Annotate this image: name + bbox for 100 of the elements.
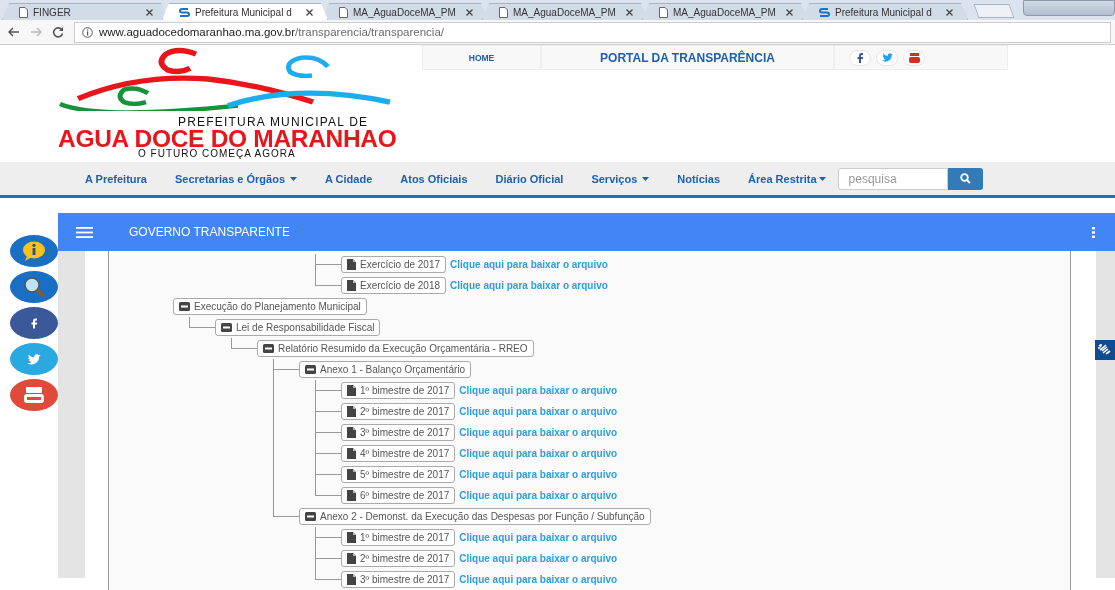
nav-menu-item[interactable]: Diário Oficial bbox=[495, 172, 564, 185]
tree-file-node: 3º bimestre de 2017 bbox=[341, 424, 456, 441]
caret-icon bbox=[290, 176, 298, 181]
download-link[interactable]: Clique aqui para baixar o arquivo bbox=[459, 490, 618, 501]
nav-menu-item[interactable]: A Prefeitura bbox=[85, 172, 147, 185]
nav-menu-item[interactable]: Área Restrita bbox=[748, 172, 826, 185]
accessibility-button[interactable] bbox=[1095, 340, 1115, 360]
tree-branch-line bbox=[315, 433, 316, 443]
nav-menu-item[interactable]: Serviços bbox=[591, 172, 650, 185]
tree-branch-line bbox=[315, 454, 316, 464]
document-icon bbox=[347, 574, 356, 585]
nav-menu-item[interactable]: Secretarias e Órgãos bbox=[174, 172, 298, 185]
page-icon bbox=[659, 6, 668, 18]
home-link[interactable]: HOME bbox=[422, 45, 541, 70]
video-icon[interactable] bbox=[903, 49, 925, 66]
close-tab-icon[interactable] bbox=[946, 8, 953, 16]
tab-title: MA_AguaDoceMA_PM bbox=[673, 6, 777, 18]
logo-slogan: O FUTURO COMEÇA AGORA bbox=[138, 149, 296, 159]
minus-icon bbox=[305, 512, 316, 521]
search-icon bbox=[959, 173, 971, 184]
page-icon bbox=[499, 6, 508, 18]
close-tab-icon[interactable] bbox=[626, 8, 633, 16]
download-link[interactable]: Clique aqui para baixar o arquivo bbox=[459, 427, 618, 438]
facebook-icon[interactable] bbox=[849, 49, 871, 66]
info-button[interactable] bbox=[10, 235, 58, 267]
facebook-button[interactable] bbox=[10, 307, 58, 339]
download-link[interactable]: Clique aqui para baixar o arquivo bbox=[459, 469, 618, 480]
portal-link[interactable]: PORTAL DA TRANSPARÊNCIA bbox=[541, 45, 834, 70]
nav-menu-item[interactable]: Atos Oficiais bbox=[400, 172, 468, 185]
bird-icon bbox=[27, 353, 41, 365]
municipality-logo[interactable]: PREFEITURA MUNICIPAL DE AGUA DOCE DO MARANHAO O FUTURO COMEÇA AGORA bbox=[58, 45, 398, 160]
site-favicon-icon bbox=[819, 6, 830, 18]
hands-icon bbox=[1098, 344, 1112, 356]
more-options-icon[interactable] bbox=[1092, 226, 1095, 238]
browser-tab[interactable]: Prefeitura Municipal d bbox=[802, 3, 968, 20]
close-tab-icon[interactable] bbox=[306, 8, 313, 16]
tree-branch-line bbox=[315, 412, 316, 422]
document-icon bbox=[347, 427, 356, 438]
close-tab-icon[interactable] bbox=[146, 8, 153, 16]
tree-folder-node[interactable]: Anexo 1 - Balanço Orçamentário bbox=[299, 361, 472, 378]
video-button[interactable] bbox=[10, 379, 58, 411]
document-icon bbox=[347, 532, 356, 543]
tree-branch-line bbox=[315, 538, 316, 548]
video-icon bbox=[24, 387, 44, 403]
document-icon bbox=[347, 406, 356, 417]
download-link[interactable]: Clique aqui para baixar o arquivo bbox=[459, 553, 618, 564]
document-icon bbox=[347, 448, 356, 459]
caret-icon bbox=[818, 176, 826, 181]
tree-file-node: 5º bimestre de 2017 bbox=[341, 466, 456, 483]
browser-tab[interactable]: Prefeitura Municipal d bbox=[162, 3, 328, 20]
logo-subtitle: PREFEITURA MUNICIPAL DE bbox=[178, 117, 369, 128]
tree-file-node: 2º bimestre de 2017 bbox=[341, 550, 456, 567]
menu-icon[interactable] bbox=[76, 226, 93, 238]
tree-file-node: 3º bimestre de 2017 bbox=[341, 571, 456, 588]
minus-icon bbox=[305, 365, 316, 374]
tree-folder-node[interactable]: Execução do Planejamento Municipal bbox=[173, 298, 367, 315]
page-icon bbox=[19, 6, 28, 18]
document-icon bbox=[347, 385, 356, 396]
minus-icon bbox=[263, 344, 274, 353]
tree-file-node: 4º bimestre de 2017 bbox=[341, 445, 456, 462]
tab-title: MA_AguaDoceMA_PM bbox=[353, 6, 457, 18]
tree-file-node: 1º bimestre de 2017 bbox=[341, 382, 456, 399]
download-link[interactable]: Clique aqui para baixar o arquivo bbox=[459, 385, 618, 396]
minus-icon bbox=[179, 302, 190, 311]
magnifier-icon bbox=[21, 276, 47, 298]
facebook-icon bbox=[30, 316, 38, 330]
tree-folder-node[interactable]: Relatório Resumido da Execução Orçamentária - RREO bbox=[257, 340, 534, 357]
document-icon bbox=[347, 490, 356, 501]
info-icon bbox=[82, 26, 93, 38]
twitter-icon[interactable] bbox=[876, 49, 898, 66]
close-tab-icon[interactable] bbox=[786, 8, 793, 16]
magnifier-button[interactable] bbox=[10, 271, 58, 303]
nav-menu-item[interactable]: Notícias bbox=[677, 172, 721, 185]
reload-icon[interactable] bbox=[52, 26, 64, 38]
logo-title: AGUA DOCE DO MARANHAO bbox=[58, 128, 397, 149]
tree-folder-node[interactable]: Anexo 2 - Demonst. da Execução das Despesas por Função / Subfunção bbox=[299, 508, 651, 525]
tab-title: Prefeitura Municipal d bbox=[195, 6, 293, 18]
back-icon[interactable] bbox=[8, 27, 20, 37]
download-link[interactable]: Clique aqui para baixar o arquivo bbox=[459, 574, 618, 585]
tree-file-node: 2º bimestre de 2017 bbox=[341, 403, 456, 420]
address-field[interactable]: www.aguadocedomaranhao.ma.gov.br/transparencia/transparencia/ bbox=[74, 21, 1111, 43]
search-field[interactable]: pesquisa bbox=[837, 167, 948, 190]
download-link[interactable]: Clique aqui para baixar o arquivo bbox=[450, 259, 608, 270]
document-icon bbox=[347, 280, 356, 291]
download-link[interactable]: Clique aqui para baixar o arquivo bbox=[450, 280, 608, 291]
download-link[interactable]: Clique aqui para baixar o arquivo bbox=[459, 406, 618, 417]
tree-file-node: 6º bimestre de 2017 bbox=[341, 487, 456, 504]
tree-branch-line bbox=[315, 475, 316, 485]
tree-file-node: 1º bimestre de 2017 bbox=[341, 529, 456, 546]
search-button[interactable] bbox=[947, 167, 983, 190]
tree-branch-line bbox=[315, 559, 316, 569]
panel-title: GOVERNO TRANSPARENTE bbox=[129, 225, 290, 239]
download-link[interactable]: Clique aqui para baixar o arquivo bbox=[459, 532, 618, 543]
nav-menu-item[interactable]: A Cidade bbox=[325, 172, 373, 185]
minus-icon bbox=[221, 323, 232, 332]
tree-folder-node[interactable]: Lei de Responsabilidade Fiscal bbox=[215, 319, 381, 336]
close-tab-icon[interactable] bbox=[466, 8, 473, 16]
caret-icon bbox=[642, 176, 650, 181]
tree-branch-line bbox=[315, 265, 316, 275]
download-link[interactable]: Clique aqui para baixar o arquivo bbox=[459, 448, 618, 459]
